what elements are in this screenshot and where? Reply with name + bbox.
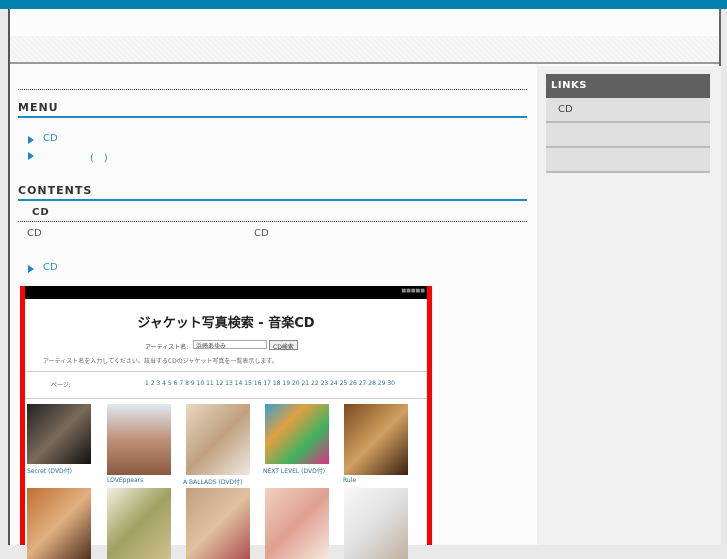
contents-text-left: CD xyxy=(27,228,42,239)
sidebar-item-cd[interactable]: CD xyxy=(546,98,710,123)
divider xyxy=(18,89,527,90)
arrow-icon xyxy=(28,265,34,273)
description: アーティスト名を入力してください。該当するCDのジャケット写真を一覧表示します。 xyxy=(43,358,278,365)
arrow-icon xyxy=(28,136,34,144)
contents-subtitle: CD xyxy=(32,207,50,218)
album-caption[interactable]: Secret (DVD付) xyxy=(27,466,72,475)
album-cover[interactable] xyxy=(27,404,91,464)
album-cover[interactable] xyxy=(344,488,408,559)
links-heading: LINKS xyxy=(546,74,710,98)
arrow-icon xyxy=(28,152,34,160)
sidebar-item-3[interactable] xyxy=(546,148,710,173)
menu-item-2[interactable]: ( ) xyxy=(90,149,108,164)
album-cover[interactable] xyxy=(344,404,408,475)
pager-label: ページ: xyxy=(51,382,71,389)
contents-heading: CONTENTS xyxy=(18,184,93,197)
menu-heading: MENU xyxy=(18,101,59,114)
album-cover[interactable] xyxy=(265,404,329,464)
screenshot-title: ジャケット写真検索 - 音楽CD xyxy=(137,316,315,331)
album-cover[interactable] xyxy=(265,488,329,559)
album-cover[interactable] xyxy=(186,404,250,475)
menu-item-cd[interactable]: CD xyxy=(43,133,58,144)
album-caption[interactable]: Rule xyxy=(343,477,356,484)
search-input[interactable]: 浜崎あゆみ xyxy=(193,340,267,350)
album-caption[interactable]: A BALLADS (DVD付) xyxy=(183,477,242,486)
album-cover[interactable] xyxy=(27,488,91,559)
divider xyxy=(18,221,527,222)
contents-text-right: CD xyxy=(254,228,269,239)
album-cover[interactable] xyxy=(186,488,250,559)
sidebar: LINKS CD xyxy=(537,66,721,545)
header xyxy=(10,9,719,64)
page: MENU CD ( ) CONTENTS CD CD CD CD ■■■■■ ジ… xyxy=(8,9,721,559)
album-cover[interactable] xyxy=(107,488,171,559)
album-caption[interactable]: LOVEppears xyxy=(107,477,143,484)
divider xyxy=(18,116,527,118)
album-cover[interactable] xyxy=(107,404,171,475)
album-caption[interactable]: NEXT LEVEL (DVD付) xyxy=(263,466,339,475)
search-button[interactable]: CD検索 xyxy=(269,340,298,351)
divider xyxy=(18,199,527,201)
site-screenshot[interactable]: ■■■■■ ジャケット写真検索 - 音楽CD アーティスト名: 浜崎あゆみ CD… xyxy=(20,286,432,559)
pager[interactable]: 1 2 3 4 5 6 7 8 9 10 11 12 13 14 15 16 1… xyxy=(145,380,395,387)
top-bar xyxy=(0,0,727,9)
search-label: アーティスト名: xyxy=(145,344,189,351)
sidebar-item-2[interactable] xyxy=(546,123,710,148)
contents-link-cd[interactable]: CD xyxy=(43,262,58,273)
